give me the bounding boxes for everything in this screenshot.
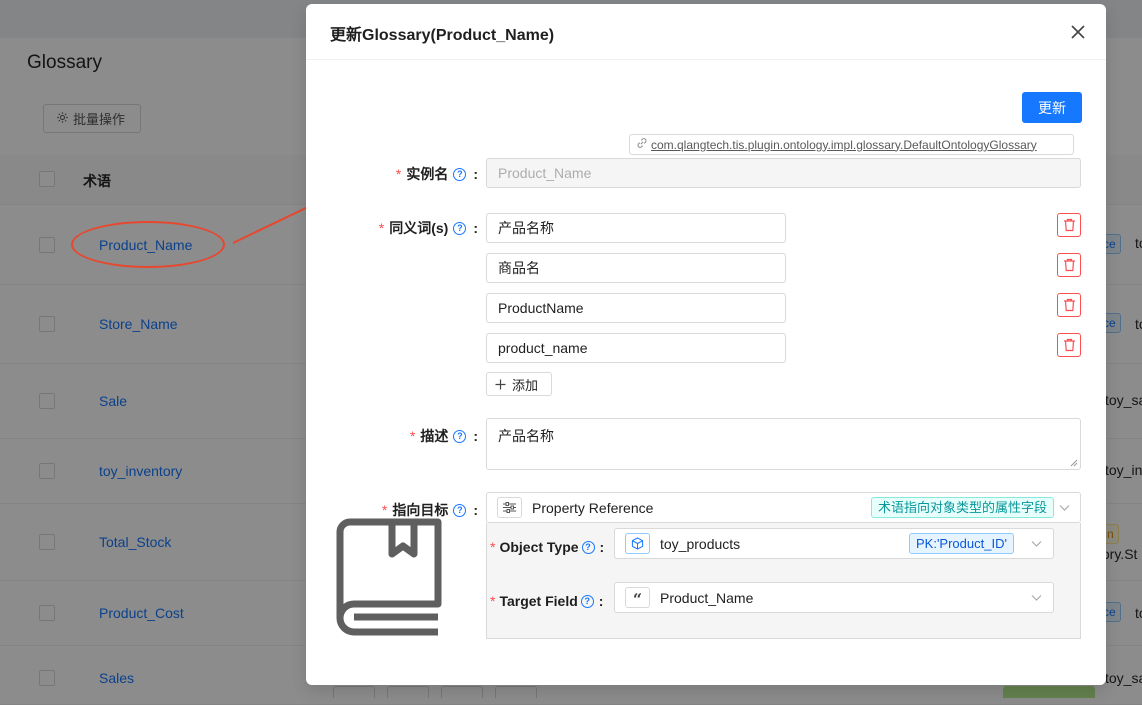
annotation-oval — [71, 221, 225, 268]
add-synonym-button[interactable]: 添加 — [486, 372, 552, 396]
close-icon — [1071, 25, 1085, 39]
object-type-value: toy_products — [660, 535, 741, 552]
instance-name-input: Product_Name — [486, 158, 1081, 188]
chevron-down-icon — [1059, 505, 1070, 511]
cube-icon — [625, 533, 650, 554]
target-type-select[interactable]: Property Reference 术语指向对象类型的属性字段 — [486, 492, 1081, 523]
chevron-down-icon — [1031, 595, 1042, 601]
synonyms-label: * 同义词(s) ?: — [378, 220, 478, 236]
description-label: * 描述 ?: — [409, 428, 478, 444]
object-type-label: * Object Type ?: — [490, 539, 605, 555]
synonym-input[interactable]: product_name — [486, 333, 786, 363]
description-textarea[interactable]: 产品名称 — [486, 418, 1081, 470]
help-icon[interactable]: ? — [453, 167, 467, 181]
link-icon — [636, 137, 648, 152]
trash-icon — [1063, 338, 1075, 352]
synonym-input[interactable]: 产品名称 — [486, 213, 786, 243]
plugin-class-name: com.qlangtech.tis.plugin.ontology.impl.g… — [651, 137, 1037, 152]
plus-icon — [495, 379, 506, 389]
quote-icon: “ — [625, 587, 650, 608]
property-reference-panel: * Object Type ?: toy_products PK:'Product… — [486, 523, 1081, 639]
close-button[interactable] — [1066, 20, 1090, 44]
object-type-select[interactable]: toy_products PK:'Product_ID' — [614, 528, 1054, 559]
delete-synonym-button[interactable] — [1057, 293, 1081, 317]
modal-title: 更新Glossary(Product_Name) — [330, 27, 555, 44]
target-field-select[interactable]: “ Product_Name — [614, 582, 1054, 613]
target-field-value: Product_Name — [660, 589, 754, 606]
help-icon[interactable]: ? — [453, 429, 467, 443]
delete-synonym-button[interactable] — [1057, 253, 1081, 277]
resize-handle-icon[interactable] — [1070, 459, 1078, 467]
modal-header: 更新Glossary(Product_Name) — [306, 4, 1106, 60]
synonym-input[interactable]: ProductName — [486, 293, 786, 323]
target-field-label: * Target Field ?: — [490, 593, 604, 609]
instance-name-label: * 实例名 ?: — [395, 166, 478, 182]
help-icon[interactable]: ? — [580, 594, 594, 608]
trash-icon — [1063, 258, 1075, 272]
target-label: * 指向目标 ?: — [381, 502, 478, 518]
help-icon[interactable]: ? — [453, 503, 467, 517]
chevron-down-icon — [1031, 541, 1042, 547]
sliders-icon — [497, 497, 522, 518]
plugin-class-link[interactable]: com.qlangtech.tis.plugin.ontology.impl.g… — [629, 134, 1074, 155]
help-icon[interactable]: ? — [453, 221, 467, 235]
trash-icon — [1063, 218, 1075, 232]
help-icon[interactable]: ? — [581, 540, 595, 554]
synonym-input[interactable]: 商品名 — [486, 253, 786, 283]
update-button[interactable]: 更新 — [1022, 92, 1082, 123]
trash-icon — [1063, 298, 1075, 312]
target-type-tag: 术语指向对象类型的属性字段 — [871, 497, 1055, 518]
delete-synonym-button[interactable] — [1057, 213, 1081, 237]
delete-synonym-button[interactable] — [1057, 333, 1081, 357]
target-type-value: Property Reference — [532, 499, 654, 516]
book-icon — [336, 518, 442, 636]
primary-key-tag: PK:'Product_ID' — [909, 533, 1014, 554]
